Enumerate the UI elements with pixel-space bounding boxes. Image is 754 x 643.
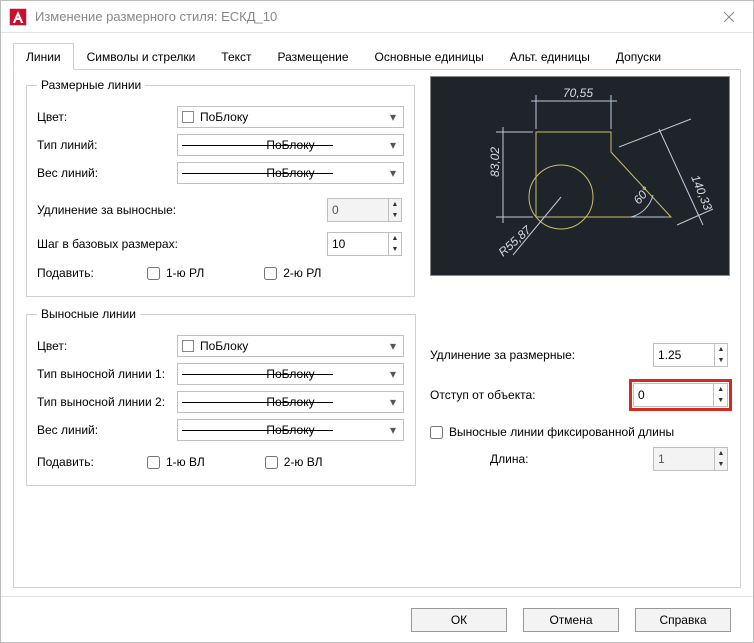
dimline-suppress-2-check[interactable]: 2-ю РЛ [264, 266, 321, 280]
dimline-lweight-combo[interactable]: ПоБлоку ▾ [177, 162, 404, 184]
fixed-length-check[interactable]: Выносные линии фиксированной длины [430, 425, 674, 439]
extline-lweight-combo[interactable]: ПоБлоку ▾ [177, 419, 404, 441]
tab-symbols[interactable]: Символы и стрелки [74, 43, 209, 70]
extline-suppress-2-check[interactable]: 2-ю ВЛ [265, 455, 323, 469]
spinner-buttons[interactable]: ▲▼ [388, 233, 401, 255]
dialog-footer: ОК Отмена Справка [1, 596, 753, 642]
spinner-buttons: ▲▼ [388, 199, 401, 221]
extline-suppress-label: Подавить: [37, 455, 147, 469]
dimline-extend-input [328, 199, 388, 221]
chevron-down-icon: ▾ [387, 339, 399, 353]
chevron-down-icon: ▾ [387, 423, 399, 437]
extline-lweight-label: Вес линий: [37, 423, 177, 437]
ext-beyond-spinner[interactable]: ▲▼ [653, 343, 728, 367]
ext-beyond-input[interactable] [654, 344, 714, 366]
offset-from-origin-label: Отступ от объекта: [430, 388, 633, 402]
app-icon [9, 8, 27, 26]
chevron-down-icon: ▾ [387, 138, 399, 152]
fixed-length-spinner: ▲▼ [653, 447, 728, 471]
spinner-buttons: ▲▼ [714, 448, 727, 470]
extline-lt1-label: Тип выносной линии 1: [37, 367, 177, 381]
dimline-extend-label: Удлинение за выносные: [37, 203, 227, 217]
tab-primary-units[interactable]: Основные единицы [362, 43, 497, 70]
dimline-suppress-1-check[interactable]: 1-ю РЛ [147, 266, 204, 280]
offset-from-origin-input[interactable] [634, 384, 713, 406]
ok-button[interactable]: ОК [411, 608, 507, 632]
offset-from-origin-spinner[interactable]: ▲▼ [633, 383, 728, 407]
color-swatch-icon [182, 111, 194, 123]
tab-strip: Линии Символы и стрелки Текст Размещение… [13, 43, 741, 70]
fixed-length-input [654, 448, 714, 470]
extline-lt2-value: ПоБлоку [266, 395, 314, 409]
extline-lweight-value: ПоБлоку [266, 423, 314, 437]
dimline-baseline-label: Шаг в базовых размерах: [37, 237, 227, 251]
dimline-baseline-input[interactable] [328, 233, 388, 255]
chevron-down-icon: ▾ [387, 367, 399, 381]
group-extension-lines: Выносные линии Цвет: ПоБлоку ▾ Тип вынос… [26, 307, 416, 486]
chevron-down-icon: ▾ [387, 110, 399, 124]
preview-dim-top: 70,55 [563, 86, 593, 100]
color-swatch-icon [182, 340, 194, 352]
extline-lt1-value: ПоБлоку [266, 367, 314, 381]
dimline-ltype-combo[interactable]: ПоБлоку ▾ [177, 134, 404, 156]
tab-fit[interactable]: Размещение [265, 43, 362, 70]
chevron-down-icon: ▾ [387, 166, 399, 180]
tab-tolerances[interactable]: Допуски [603, 43, 674, 70]
extline-color-combo[interactable]: ПоБлоку ▾ [177, 335, 404, 357]
extline-suppress-1-check[interactable]: 1-ю ВЛ [147, 455, 205, 469]
extline-color-value: ПоБлоку [200, 339, 248, 353]
tab-text[interactable]: Текст [208, 43, 264, 70]
extline-lt1-combo[interactable]: ПоБлоку ▾ [177, 363, 404, 385]
tab-alt-units[interactable]: Альт. единицы [497, 43, 603, 70]
dimline-color-combo[interactable]: ПоБлоку ▾ [177, 106, 404, 128]
close-button[interactable] [709, 1, 749, 32]
group-dimension-lines-legend: Размерные линии [37, 78, 145, 92]
dimline-ltype-value: ПоБлоку [266, 138, 314, 152]
tab-panel-lines: 70,55 83,02 140,33 60° R55,87 Размерные … [13, 70, 741, 588]
preview-dim-radius: R55,87 [496, 222, 535, 259]
fixed-length-label: Длина: [490, 452, 653, 466]
lower-area: Выносные линии Цвет: ПоБлоку ▾ Тип вынос… [26, 307, 728, 496]
dimline-ltype-label: Тип линий: [37, 138, 177, 152]
group-extension-lines-legend: Выносные линии [37, 307, 140, 321]
extline-right-column: Удлинение за размерные: ▲▼ Отступ от объ… [430, 307, 728, 496]
help-button[interactable]: Справка [635, 608, 731, 632]
spinner-buttons[interactable]: ▲▼ [713, 384, 727, 406]
chevron-down-icon: ▾ [387, 395, 399, 409]
tab-lines[interactable]: Линии [13, 43, 74, 70]
extline-lt2-combo[interactable]: ПоБлоку ▾ [177, 391, 404, 413]
ext-beyond-label: Удлинение за размерные: [430, 348, 653, 362]
window-title: Изменение размерного стиля: ЕСКД_10 [35, 9, 709, 24]
cancel-button[interactable]: Отмена [523, 608, 619, 632]
preview-pane: 70,55 83,02 140,33 60° R55,87 [430, 76, 730, 276]
spinner-buttons[interactable]: ▲▼ [714, 344, 727, 366]
dimline-suppress-label: Подавить: [37, 266, 147, 280]
dimline-lweight-label: Вес линий: [37, 166, 177, 180]
titlebar: Изменение размерного стиля: ЕСКД_10 [1, 1, 753, 33]
dimline-color-label: Цвет: [37, 110, 177, 124]
group-dimension-lines: Размерные линии Цвет: ПоБлоку ▾ Тип лини… [26, 78, 415, 297]
close-icon [723, 11, 735, 23]
extline-lt2-label: Тип выносной линии 2: [37, 395, 177, 409]
preview-dim-left: 83,02 [488, 147, 502, 177]
preview-dim-right: 140,33 [688, 173, 715, 213]
dimline-extend-spinner: ▲▼ [327, 198, 402, 222]
dimline-color-value: ПоБлоку [200, 110, 248, 124]
dialog-content: Линии Символы и стрелки Текст Размещение… [1, 33, 753, 596]
extline-color-label: Цвет: [37, 339, 177, 353]
dialog-window: Изменение размерного стиля: ЕСКД_10 Лини… [0, 0, 754, 643]
dimline-lweight-value: ПоБлоку [266, 166, 314, 180]
dimline-baseline-spinner[interactable]: ▲▼ [327, 232, 402, 256]
